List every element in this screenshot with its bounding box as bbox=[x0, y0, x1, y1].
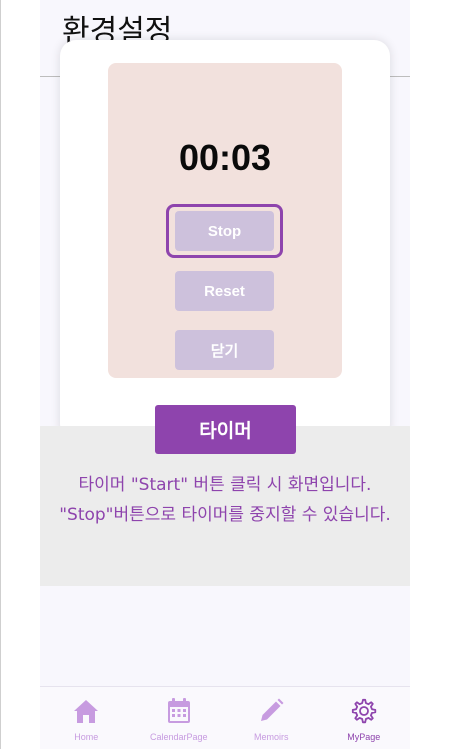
stop-button[interactable]: Stop bbox=[175, 211, 274, 251]
nav-item-calendar[interactable]: CalendarPage bbox=[133, 687, 226, 749]
home-icon bbox=[74, 700, 99, 723]
nav-label-calendar: CalendarPage bbox=[149, 732, 208, 742]
nav-label-home: Home bbox=[74, 732, 99, 742]
app-screen: 환경설정 00:03 Stop Reset 닫기 타이머 타이머 "Start"… bbox=[40, 0, 410, 749]
nav-item-memoirs[interactable]: Memoirs bbox=[225, 687, 318, 749]
guide-badge: 타이머 bbox=[155, 405, 296, 454]
pencil-icon bbox=[261, 698, 284, 721]
nav-item-mypage[interactable]: MyPage bbox=[318, 687, 411, 749]
guide-description: 타이머 "Start" 버튼 클릭 시 화면입니다. "Stop"버튼으로 타이… bbox=[59, 475, 391, 525]
calendar-icon bbox=[167, 698, 190, 723]
gear-icon bbox=[351, 698, 376, 724]
reset-button[interactable]: Reset bbox=[175, 271, 274, 311]
timer-modal: 00:03 Stop Reset 닫기 bbox=[60, 40, 390, 440]
close-button[interactable]: 닫기 bbox=[175, 330, 274, 370]
nav-item-home[interactable]: Home bbox=[40, 687, 133, 749]
frame-edge bbox=[0, 0, 1, 749]
nav-label-memoirs: Memoirs bbox=[253, 732, 289, 742]
timer-display: 00:03 bbox=[178, 137, 272, 178]
nav-label-mypage: MyPage bbox=[347, 732, 381, 742]
bottom-nav: Home CalendarPage Memoirs MyPage bbox=[40, 686, 410, 749]
timer-panel: 00:03 Stop Reset 닫기 bbox=[108, 63, 342, 378]
